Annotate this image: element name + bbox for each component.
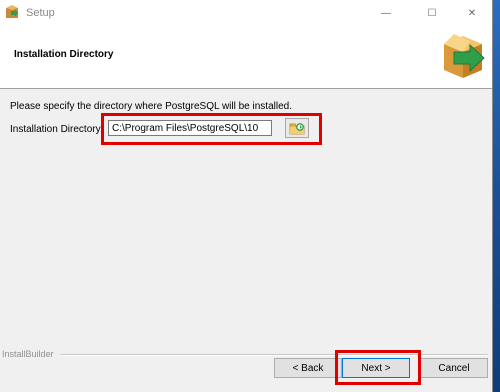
back-button-label: < Back — [292, 362, 324, 374]
close-icon: ✕ — [467, 7, 477, 19]
instruction-text: Please specify the directory where Postg… — [10, 101, 292, 112]
footer-separator — [60, 354, 488, 356]
setup-app-icon — [6, 5, 18, 18]
cancel-button[interactable]: Cancel — [420, 358, 488, 378]
cancel-button-label: Cancel — [438, 362, 470, 374]
setup-window: Setup — ☐ ✕ Installation Directory Pleas… — [0, 0, 493, 392]
header-panel: Installation Directory — [0, 26, 492, 89]
minimize-icon: — — [381, 7, 391, 19]
next-highlight-box — [335, 350, 421, 385]
installation-directory-label: Installation Directory — [10, 124, 101, 135]
page-title: Installation Directory — [14, 49, 114, 60]
back-button[interactable]: < Back — [274, 358, 342, 378]
package-install-icon — [444, 34, 485, 78]
maximize-button[interactable]: ☐ — [412, 0, 452, 26]
maximize-icon: ☐ — [427, 7, 437, 19]
desktop-background — [492, 0, 500, 392]
title-bar: Setup — ☐ ✕ — [0, 0, 492, 26]
minimize-button[interactable]: — — [366, 0, 406, 26]
directory-highlight-box — [101, 113, 322, 145]
window-title: Setup — [26, 7, 55, 19]
close-button[interactable]: ✕ — [452, 0, 492, 26]
installbuilder-label: InstallBuilder — [2, 349, 54, 359]
